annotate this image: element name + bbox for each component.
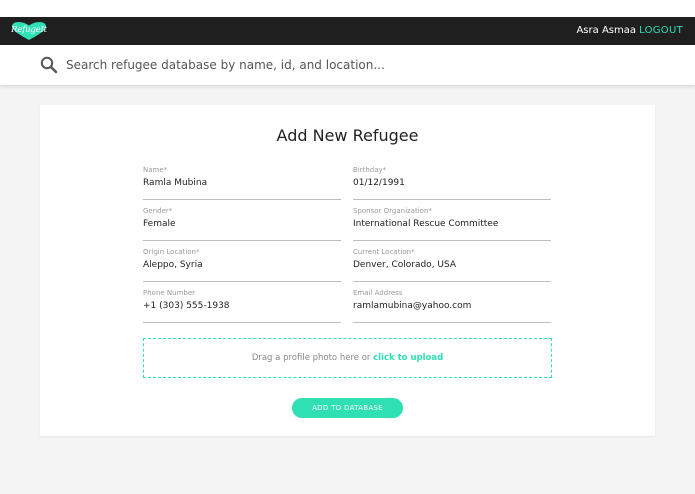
- form-title: Add New Refugee: [276, 126, 419, 145]
- photo-dropzone[interactable]: Drag a profile photo here or click to up…: [143, 338, 552, 378]
- gender-field[interactable]: Gender*: [143, 207, 341, 241]
- field-label: Phone Number: [143, 289, 196, 297]
- field-label: Gender*: [143, 207, 173, 215]
- add-refugee-card: Add New Refugee Name* Birthday* Gender* …: [40, 105, 655, 436]
- name-input[interactable]: [143, 178, 341, 188]
- sponsor-organization-input[interactable]: [353, 219, 551, 229]
- name-field[interactable]: Name*: [143, 166, 341, 200]
- app-logo[interactable]: RefugeIt: [10, 21, 48, 41]
- field-label: Name*: [143, 166, 168, 174]
- gender-input[interactable]: [143, 219, 341, 229]
- sponsor-organization-field[interactable]: Sponsor Organization*: [353, 207, 551, 241]
- search-bar: [0, 45, 695, 85]
- field-label: Email Address: [353, 289, 403, 297]
- birthday-field[interactable]: Birthday*: [353, 166, 551, 200]
- field-label: Sponsor Organization*: [353, 207, 432, 215]
- field-label: Origin Location*: [143, 248, 200, 256]
- email-address-input[interactable]: [353, 301, 551, 311]
- main-content: Add New Refugee Name* Birthday* Gender* …: [0, 85, 695, 494]
- user-name[interactable]: Asra Asmaa: [576, 25, 636, 36]
- field-label: Current Location*: [353, 248, 415, 256]
- current-location-input[interactable]: [353, 260, 551, 270]
- email-address-field[interactable]: Email Address: [353, 289, 551, 323]
- current-location-field[interactable]: Current Location*: [353, 248, 551, 282]
- birthday-input[interactable]: [353, 178, 551, 188]
- phone-number-input[interactable]: [143, 301, 341, 311]
- origin-location-input[interactable]: [143, 260, 341, 270]
- phone-number-field[interactable]: Phone Number: [143, 289, 341, 323]
- logout-button[interactable]: LOGOUT: [639, 25, 683, 36]
- search-input[interactable]: [66, 55, 666, 75]
- field-label: Birthday*: [353, 166, 387, 174]
- search-icon[interactable]: [40, 56, 58, 74]
- dropzone-text: Drag a profile photo here or: [251, 353, 374, 363]
- upload-link[interactable]: click to upload: [373, 353, 443, 363]
- logo-text: RefugeIt: [11, 25, 47, 35]
- add-to-database-button[interactable]: ADD TO DATABASE: [292, 398, 403, 418]
- top-strip: [0, 0, 695, 17]
- origin-location-field[interactable]: Origin Location*: [143, 248, 341, 282]
- navbar: RefugeIt Asra Asmaa LOGOUT: [0, 17, 695, 45]
